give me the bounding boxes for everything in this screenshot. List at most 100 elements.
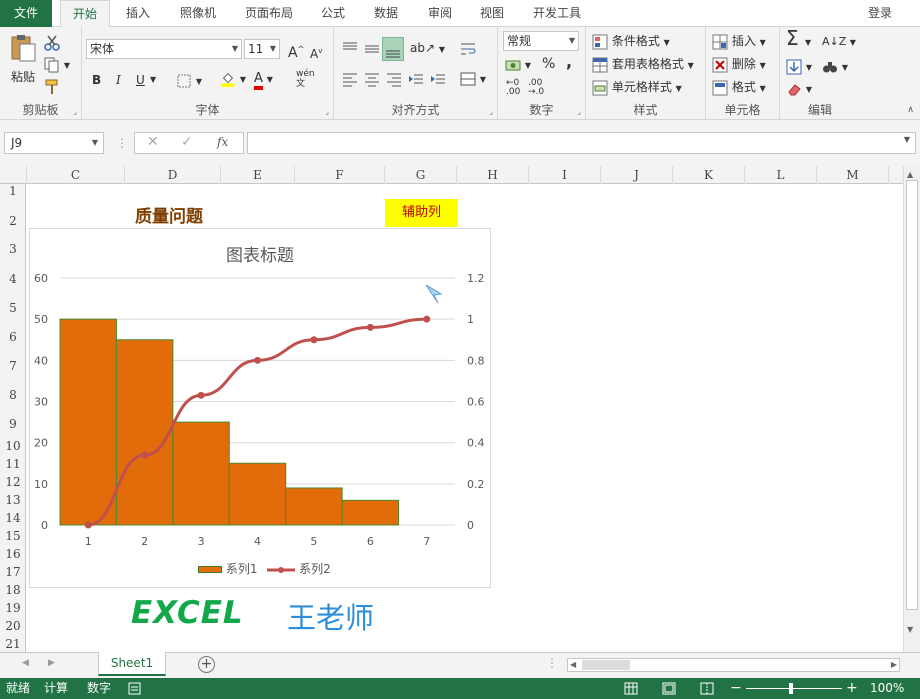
format-cells-button[interactable]: 格式 ▼ bbox=[712, 78, 766, 98]
scroll-up-icon[interactable]: ▲ bbox=[907, 170, 913, 179]
dialog-launcher-icon[interactable]: ⌟ bbox=[325, 107, 329, 116]
column-header[interactable]: K bbox=[673, 166, 745, 184]
tab-data[interactable]: 数据 bbox=[364, 0, 408, 27]
delete-cells-button[interactable]: 删除 ▼ bbox=[712, 55, 766, 75]
format-as-table-button[interactable]: 套用表格格式 ▼ bbox=[592, 55, 694, 75]
orientation-button[interactable]: ab↗ ▼ bbox=[410, 39, 445, 59]
format-painter-button[interactable] bbox=[44, 77, 60, 95]
tab-file[interactable]: 文件 bbox=[0, 0, 52, 27]
column-header[interactable]: L bbox=[745, 166, 817, 184]
phonetic-button[interactable]: wén 文 bbox=[296, 69, 315, 89]
column-header[interactable]: E bbox=[221, 166, 295, 184]
tab-formulas[interactable]: 公式 bbox=[312, 0, 354, 27]
scroll-left-icon[interactable]: ◀ bbox=[570, 659, 576, 671]
tab-page-layout[interactable]: 页面布局 bbox=[238, 0, 300, 27]
tab-camera[interactable]: 照像机 bbox=[170, 0, 226, 27]
conditional-format-button[interactable]: 条件格式 ▼ bbox=[592, 32, 670, 52]
cell-helper-column[interactable]: 辅助列 bbox=[385, 199, 458, 227]
align-center-icon[interactable] bbox=[364, 71, 380, 87]
decrease-indent-icon[interactable] bbox=[408, 71, 424, 87]
row-header[interactable]: 15 bbox=[0, 529, 26, 543]
column-header[interactable]: J bbox=[601, 166, 673, 184]
scroll-right-icon[interactable]: ▶ bbox=[891, 659, 897, 671]
scroll-down-icon[interactable]: ▼ bbox=[907, 625, 913, 634]
align-top-icon[interactable] bbox=[342, 41, 358, 57]
zoom-level[interactable]: 100% bbox=[870, 678, 904, 699]
number-format-select[interactable]: 常规 ▼ bbox=[503, 31, 579, 51]
row-header[interactable]: 11 bbox=[0, 457, 26, 471]
comma-button[interactable]: , bbox=[566, 53, 572, 71]
fill-color-button[interactable]: ▼ bbox=[220, 69, 246, 89]
row-header[interactable]: 6 bbox=[0, 330, 26, 344]
column-header[interactable]: H bbox=[457, 166, 529, 184]
macro-record-icon[interactable] bbox=[128, 682, 141, 695]
column-header[interactable]: C bbox=[27, 166, 125, 184]
row-header[interactable]: 7 bbox=[0, 359, 26, 373]
increase-decimal-button[interactable]: ←0.00 bbox=[506, 79, 520, 97]
align-right-icon[interactable] bbox=[386, 71, 402, 87]
tab-insert[interactable]: 插入 bbox=[116, 0, 160, 27]
tab-review[interactable]: 审阅 bbox=[418, 0, 462, 27]
paste-button[interactable]: 粘贴 bbox=[6, 33, 40, 93]
italic-button[interactable]: I bbox=[116, 71, 121, 89]
sort-filter-button[interactable]: A↓Z ▼ bbox=[822, 33, 856, 52]
wrap-text-icon[interactable] bbox=[460, 41, 476, 57]
column-header[interactable]: F bbox=[295, 166, 385, 184]
align-left-icon[interactable] bbox=[342, 71, 358, 87]
dialog-launcher-icon[interactable]: ⌟ bbox=[577, 107, 581, 116]
tab-home[interactable]: 开始 bbox=[60, 0, 110, 28]
insert-function-button[interactable]: fx bbox=[217, 135, 228, 149]
normal-view-icon[interactable] bbox=[624, 682, 638, 695]
name-box[interactable]: J9 ▼ bbox=[4, 132, 104, 154]
column-header[interactable]: M bbox=[817, 166, 889, 184]
copy-button[interactable]: ▼ bbox=[44, 55, 70, 75]
pareto-chart[interactable]: 0 10 20 30 40 50 60 0 0.2 0.4 0.6 0.8 1 1.2 1234567 … bbox=[29, 228, 491, 588]
collapse-ribbon-icon[interactable]: ∧ bbox=[907, 105, 914, 115]
font-name-select[interactable]: 宋体 ▼ bbox=[86, 39, 242, 59]
autosum-button[interactable]: Σ ▼ bbox=[786, 28, 811, 52]
row-header[interactable]: 13 bbox=[0, 493, 26, 507]
add-sheet-button[interactable]: + bbox=[198, 656, 215, 673]
zoom-in-button[interactable]: + bbox=[846, 678, 858, 699]
chevron-down-icon[interactable]: ▼ bbox=[150, 71, 156, 89]
border-button[interactable]: ▼ bbox=[176, 71, 202, 91]
column-header[interactable]: I bbox=[529, 166, 601, 184]
page-break-view-icon[interactable] bbox=[700, 682, 714, 695]
row-header[interactable]: 21 bbox=[0, 637, 26, 651]
row-header[interactable]: 18 bbox=[0, 583, 26, 597]
sheet-next-icon[interactable]: ▶ bbox=[48, 658, 55, 668]
scrollbar-thumb[interactable] bbox=[906, 180, 918, 610]
row-header[interactable]: 10 bbox=[0, 439, 26, 453]
horizontal-scrollbar[interactable]: ◀ ▶ bbox=[567, 658, 900, 672]
row-header[interactable]: 17 bbox=[0, 565, 26, 579]
row-header[interactable]: 12 bbox=[0, 475, 26, 489]
font-color-button[interactable]: A ▼ bbox=[254, 69, 273, 90]
cell-title[interactable]: 质量问题 bbox=[135, 202, 203, 227]
chart-legend[interactable]: 系列1 系列2 bbox=[198, 560, 331, 577]
row-header[interactable]: 5 bbox=[0, 301, 26, 315]
formula-input[interactable]: ▼ bbox=[247, 132, 916, 154]
cut-button[interactable] bbox=[44, 33, 60, 51]
zoom-slider[interactable] bbox=[746, 688, 842, 689]
confirm-icon[interactable]: ✓ bbox=[181, 134, 193, 150]
chart-title[interactable]: 图表标题 bbox=[30, 241, 490, 266]
currency-button[interactable]: ▼ bbox=[505, 55, 531, 75]
dialog-launcher-icon[interactable]: ⌟ bbox=[73, 107, 77, 116]
increase-indent-icon[interactable] bbox=[430, 71, 446, 87]
cancel-icon[interactable]: ✕ bbox=[147, 134, 159, 150]
column-header[interactable]: G bbox=[385, 166, 457, 184]
insert-cells-button[interactable]: 插入 ▼ bbox=[712, 32, 766, 52]
row-header[interactable]: 9 bbox=[0, 417, 26, 431]
align-middle-icon[interactable] bbox=[364, 41, 380, 57]
sheet-tab-sheet1[interactable]: Sheet1 bbox=[98, 652, 166, 676]
percent-button[interactable]: % bbox=[542, 55, 555, 73]
login-link[interactable]: 登录 bbox=[868, 0, 892, 27]
dialog-launcher-icon[interactable]: ⌟ bbox=[489, 107, 493, 116]
zoom-slider-thumb[interactable] bbox=[789, 683, 793, 694]
increase-font-button[interactable]: A^ bbox=[288, 40, 304, 62]
cell-styles-button[interactable]: 单元格样式 ▼ bbox=[592, 78, 682, 98]
decrease-font-button[interactable]: Av bbox=[310, 42, 322, 63]
merge-center-button[interactable]: ▼ bbox=[460, 69, 486, 89]
bold-button[interactable]: B bbox=[92, 71, 101, 89]
vertical-scrollbar[interactable]: ▲ ▼ bbox=[903, 166, 920, 652]
